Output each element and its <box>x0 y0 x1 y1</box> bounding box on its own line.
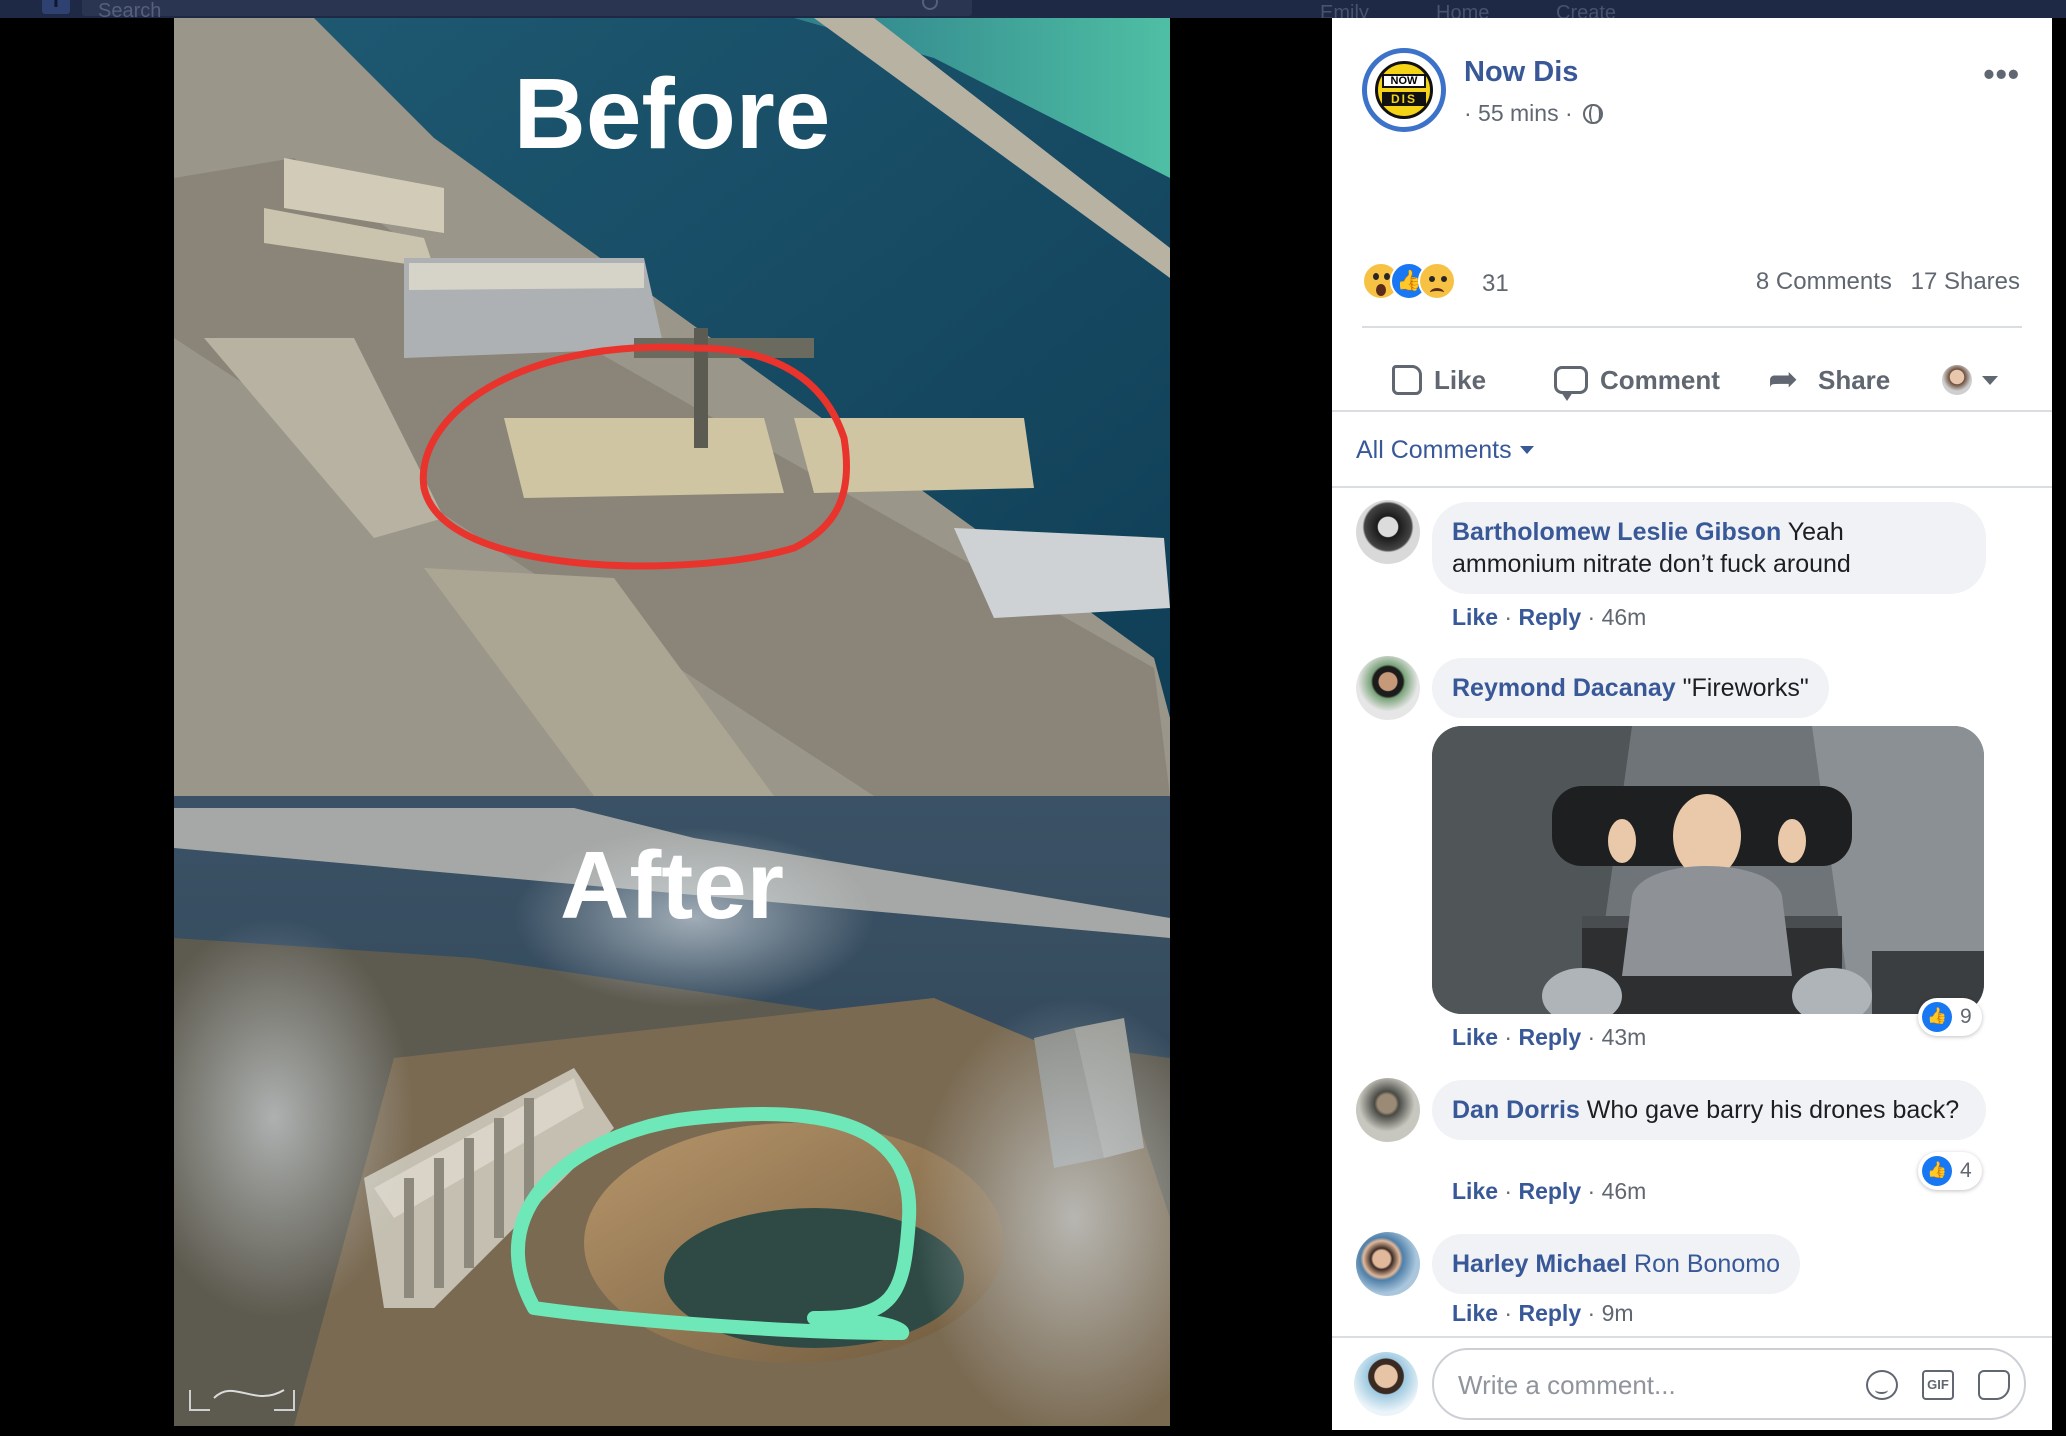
search-bar[interactable]: Search <box>82 0 972 18</box>
facebook-logo-icon[interactable]: f <box>42 0 70 14</box>
comment-text: "Fireworks" <box>1682 674 1809 702</box>
after-label: After <box>560 832 784 939</box>
comment-reply-link[interactable]: Reply <box>1518 1300 1581 1326</box>
comment-author-link[interactable]: Harley Michael <box>1452 1250 1627 1278</box>
share-button-label: Share <box>1818 364 1891 395</box>
comment-button-label: Comment <box>1600 364 1720 395</box>
user-avatar <box>1942 365 1972 395</box>
reaction-count[interactable]: 31 <box>1482 270 1509 298</box>
chevron-down-icon <box>1519 446 1534 454</box>
comment-mention-link[interactable]: Ron Bonomo <box>1634 1250 1780 1278</box>
comment-actions: Like · Reply · 46m <box>1452 1178 1647 1204</box>
comment-author-link[interactable]: Bartholomew Leslie Gibson <box>1452 518 1781 546</box>
chevron-down-icon <box>1982 375 1998 385</box>
comment-icon <box>1554 366 1588 401</box>
shares-count-link[interactable]: 17 Shares <box>1911 268 2020 295</box>
before-photo: Before <box>174 18 1170 796</box>
before-after-image: Before After <box>174 18 1170 1426</box>
comment-text: Who gave barry his drones back? <box>1586 1096 1960 1124</box>
comment-reply-link[interactable]: Reply <box>1518 1178 1581 1204</box>
after-photo: After <box>174 796 1170 1426</box>
comment-actions: Like · Reply · 46m <box>1452 604 1647 630</box>
comment-reply-link[interactable]: Reply <box>1518 1024 1581 1050</box>
comment-filter-dropdown[interactable]: All Comments <box>1356 436 1534 465</box>
comment-like-count-badge[interactable]: 👍 4 <box>1918 1152 1982 1190</box>
comment-like-link[interactable]: Like <box>1452 1178 1498 1204</box>
sticker-icon[interactable] <box>1978 1370 2010 1400</box>
reaction-identity-selector[interactable] <box>1942 358 1998 402</box>
comment-like-count-badge[interactable]: 👍 9 <box>1918 998 1982 1036</box>
emoji-icon[interactable] <box>1866 1370 1898 1400</box>
page-name-link[interactable]: Now Dis <box>1464 56 1578 89</box>
more-options-icon[interactable]: ••• <box>1983 56 2020 93</box>
current-user-avatar[interactable] <box>1354 1352 1418 1416</box>
like-reaction-icon: 👍 <box>1922 1002 1952 1032</box>
comment-time[interactable]: 43m <box>1602 1024 1647 1050</box>
commenter-avatar[interactable] <box>1356 500 1420 564</box>
comment-actions: Like · Reply · 43m <box>1452 1024 1647 1050</box>
commenter-avatar[interactable] <box>1356 656 1420 720</box>
comment-like-count: 9 <box>1960 1005 1972 1028</box>
share-button[interactable]: ➦ Share <box>1768 358 1890 402</box>
comments-count-link[interactable]: 8 Comments <box>1756 268 1892 295</box>
post-actions-bar: Like Comment ➦ Share <box>1332 348 2052 412</box>
before-label: Before <box>514 58 831 170</box>
comment-bubble: Harley Michael Ron Bonomo <box>1432 1234 1800 1294</box>
share-arrow-icon: ➦ <box>1768 358 1799 399</box>
logo-now-text: NOW <box>1382 74 1426 88</box>
post-counts: 8 Comments 17 Shares <box>1744 268 2020 296</box>
comment-like-link[interactable]: Like <box>1452 1024 1498 1050</box>
page-avatar[interactable]: NOW DIS <box>1362 48 1446 132</box>
comment-author-link[interactable]: Reymond Dacanay <box>1452 674 1676 702</box>
comment-composer: Write a comment... GIF <box>1332 1336 2052 1430</box>
comment-time[interactable]: 46m <box>1602 604 1647 630</box>
comment-like-link[interactable]: Like <box>1452 1300 1498 1326</box>
like-reaction-icon: 👍 <box>1922 1156 1952 1186</box>
like-button-label: Like <box>1434 364 1487 395</box>
gif-icon[interactable]: GIF <box>1922 1370 1954 1400</box>
comment-button[interactable]: Comment <box>1554 358 1720 402</box>
comment-gif-image[interactable] <box>1432 726 1984 1014</box>
gif-preview <box>1432 726 1984 1014</box>
comment-bubble: Bartholomew Leslie Gibson Yeah ammonium … <box>1432 502 1986 594</box>
nav-create-link[interactable]: Create <box>1556 2 1616 18</box>
divider <box>1332 486 2052 488</box>
post-side-panel: NOW DIS Now Dis · 55 mins · ••• 👍 31 8 C… <box>1332 18 2052 1430</box>
comment-input[interactable]: Write a comment... GIF <box>1432 1348 2026 1420</box>
commenter-avatar[interactable] <box>1356 1232 1420 1296</box>
comment-time[interactable]: 46m <box>1602 1178 1647 1204</box>
comment-actions: Like · Reply · 9m <box>1452 1300 1634 1326</box>
nav-home-link[interactable]: Home <box>1436 2 1489 18</box>
comment-reply-link[interactable]: Reply <box>1518 604 1581 630</box>
commenter-avatar[interactable] <box>1356 1078 1420 1142</box>
page-logo-icon: NOW DIS <box>1375 61 1433 119</box>
sad-reaction-icon <box>1418 262 1456 300</box>
comment-bubble: Dan Dorris Who gave barry his drones bac… <box>1432 1080 1986 1140</box>
comment-bubble: Reymond Dacanay "Fireworks" <box>1432 658 1829 718</box>
divider <box>1332 410 2052 412</box>
like-button[interactable]: Like <box>1392 358 1486 402</box>
search-placeholder: Search <box>98 0 162 18</box>
thumbs-up-icon <box>1392 365 1422 395</box>
comment-time[interactable]: 9m <box>1602 1300 1634 1326</box>
post-time[interactable]: · 55 mins · <box>1464 100 1573 126</box>
top-navigation-bar: f Search Emily Home Create <box>0 0 2066 18</box>
comment-input-placeholder: Write a comment... <box>1458 1370 1676 1400</box>
globe-icon[interactable] <box>1583 104 1604 124</box>
comment-author-link[interactable]: Dan Dorris <box>1452 1096 1580 1124</box>
post-meta: · 55 mins · <box>1464 100 1604 127</box>
post-photo[interactable]: Before After <box>174 18 1170 1426</box>
search-icon[interactable] <box>922 0 938 10</box>
logo-dis-text: DIS <box>1382 92 1426 106</box>
comment-like-link[interactable]: Like <box>1452 604 1498 630</box>
nav-profile-link[interactable]: Emily <box>1320 2 1369 18</box>
divider <box>1362 326 2022 328</box>
comment-filter-label: All Comments <box>1356 436 1512 464</box>
comment-like-count: 4 <box>1960 1159 1972 1182</box>
